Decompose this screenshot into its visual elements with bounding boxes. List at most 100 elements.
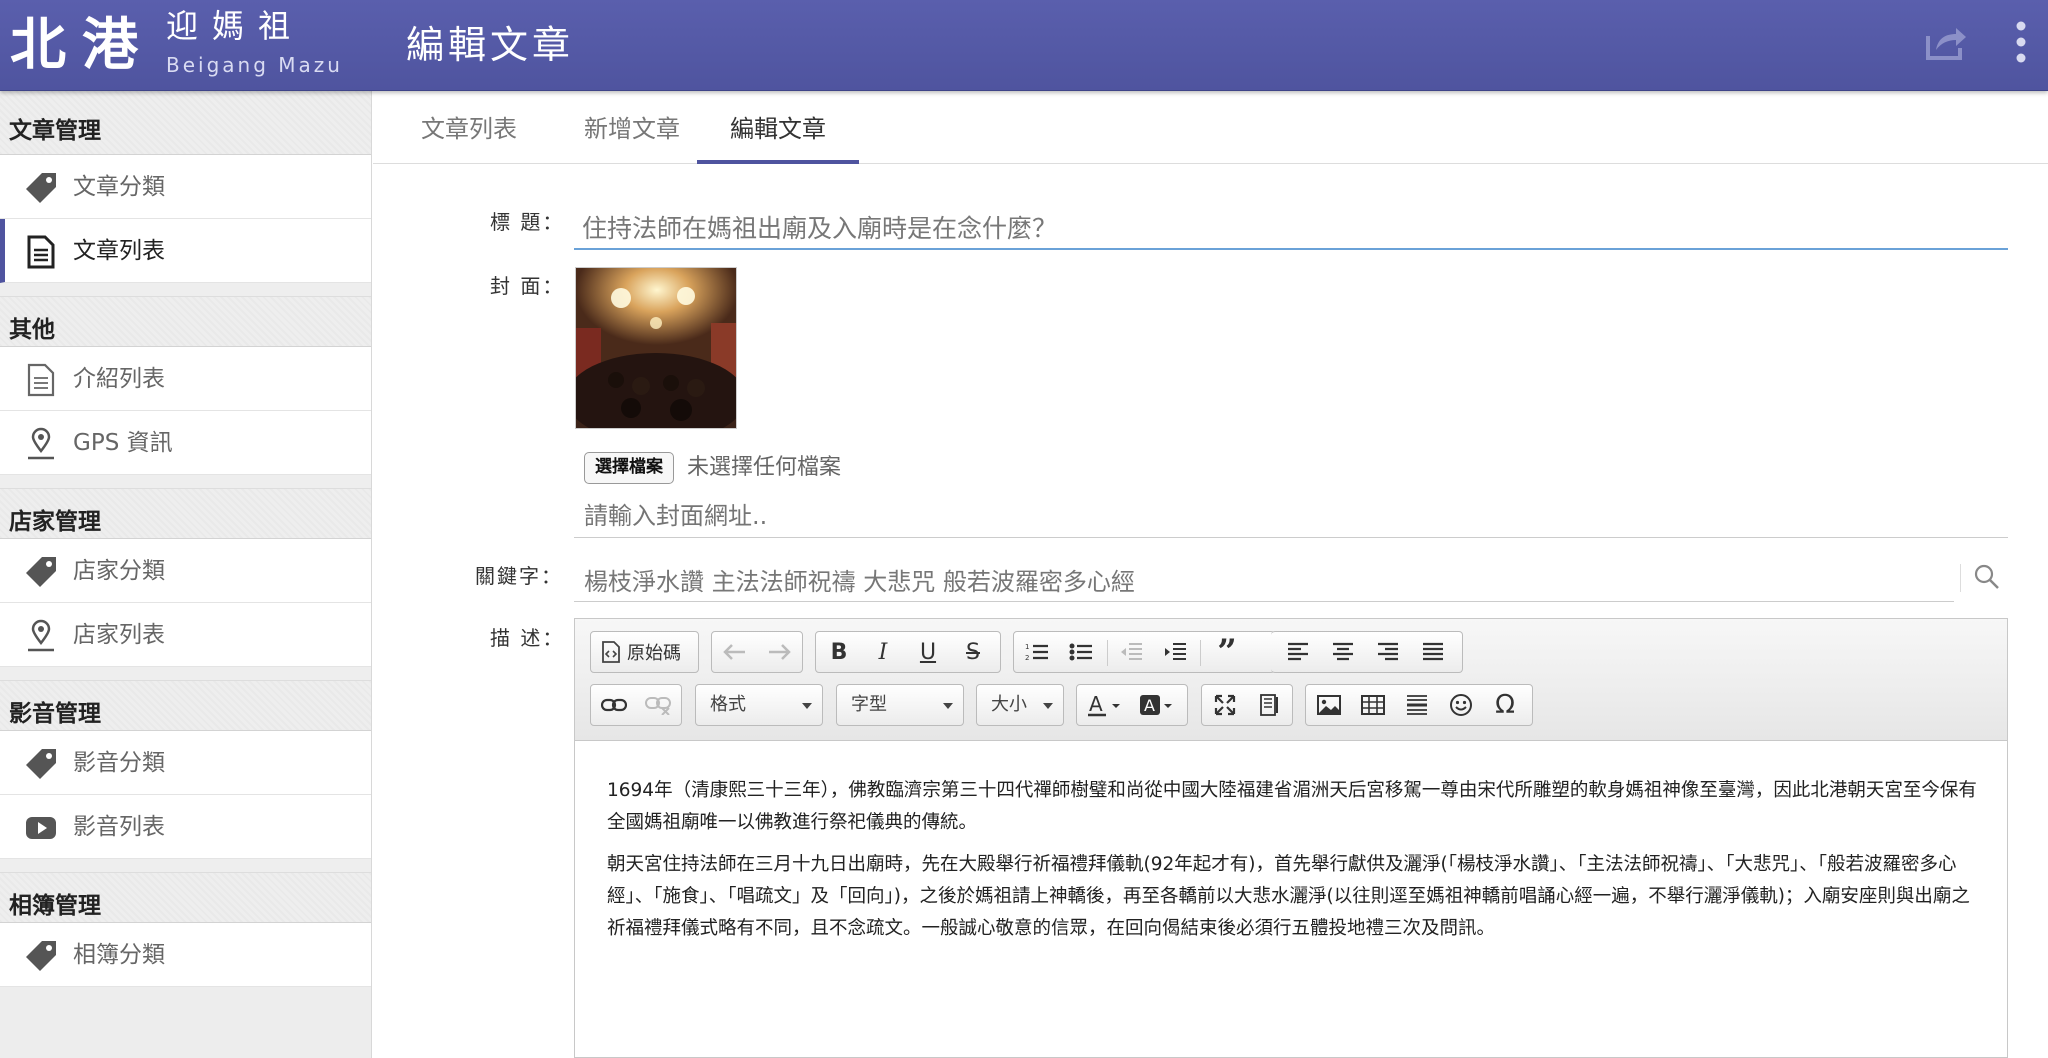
sidebar-item-article-list[interactable]: 文章列表 xyxy=(0,219,371,283)
source-code-icon xyxy=(602,641,620,663)
editor-toolbar: 原始碼 B I U S 12 ” 格式 字型 大小 A A Ω xyxy=(575,619,2007,741)
editor-content[interactable]: 1694年（清康熙三十三年），佛教臨濟宗第三十四代禪師樹璧和尚從中國大陸福建省湄… xyxy=(607,775,1987,955)
sidebar-section-album: 相簿管理 xyxy=(0,873,371,923)
title-input[interactable] xyxy=(574,206,2008,250)
font-select[interactable]: 字型 xyxy=(836,684,964,726)
sidebar-item-label: 影音列表 xyxy=(73,814,165,840)
svg-text:A: A xyxy=(1144,696,1155,715)
cover-url-input[interactable] xyxy=(574,494,2008,538)
unlink-icon[interactable] xyxy=(641,689,675,721)
logo-english: Beigang Mazu xyxy=(166,53,343,77)
source-button[interactable]: 原始碼 xyxy=(595,636,687,668)
sidebar-item-gps[interactable]: GPS 資訊 xyxy=(0,411,371,475)
special-char-icon[interactable]: Ω xyxy=(1488,689,1522,721)
sidebar-item-store-category[interactable]: 店家分類 xyxy=(0,539,371,603)
sidebar-item-store-list[interactable]: 店家列表 xyxy=(0,603,371,667)
section-divider xyxy=(0,667,371,681)
maximize-icon[interactable] xyxy=(1208,689,1242,721)
source-group: 原始碼 xyxy=(590,631,699,673)
emoji-icon[interactable] xyxy=(1444,689,1478,721)
font-select-label: 字型 xyxy=(851,694,887,715)
format-group: B I U S xyxy=(815,631,1001,673)
italic-icon[interactable]: I xyxy=(866,636,900,668)
sidebar-item-album-category[interactable]: 相簿分類 xyxy=(0,923,371,987)
sidebar-item-label: 介紹列表 xyxy=(73,366,165,392)
indent-icon[interactable] xyxy=(1158,636,1192,668)
sidebar-item-label: 文章分類 xyxy=(73,174,165,200)
bullet-list-icon[interactable] xyxy=(1064,636,1098,668)
sidebar-item-label: 文章列表 xyxy=(73,238,165,264)
chevron-down-icon xyxy=(1043,703,1053,709)
tag-icon xyxy=(26,749,56,779)
share-icon[interactable] xyxy=(1924,22,1968,62)
blockquote-icon[interactable]: ” xyxy=(1210,632,1244,672)
link-icon[interactable] xyxy=(597,689,631,721)
document-icon xyxy=(27,235,55,269)
section-divider xyxy=(0,475,371,489)
logo-sub: 迎媽祖 xyxy=(166,7,305,45)
app-header: 北港 迎媽祖 Beigang Mazu 編輯文章 xyxy=(0,0,2048,91)
background-color-icon[interactable]: A xyxy=(1135,689,1179,721)
sidebar-item-article-category[interactable]: 文章分類 xyxy=(0,155,371,219)
align-group xyxy=(1271,631,1463,673)
horizontal-rule-icon[interactable] xyxy=(1400,689,1434,721)
sidebar-section-article: 文章管理 xyxy=(0,91,371,155)
link-group xyxy=(590,684,682,726)
tab-edit-article[interactable]: 編輯文章 xyxy=(697,91,859,164)
map-pin-icon xyxy=(28,427,54,460)
sidebar-item-label: 店家分類 xyxy=(73,558,165,584)
view-group xyxy=(1201,684,1293,726)
source-label: 原始碼 xyxy=(627,643,681,664)
svg-text:A: A xyxy=(1089,693,1103,716)
table-icon[interactable] xyxy=(1356,689,1390,721)
show-blocks-icon[interactable] xyxy=(1252,689,1286,721)
more-vertical-icon[interactable] xyxy=(2008,20,2034,64)
sidebar: 文章管理 文章分類 文章列表 其他 介紹列表 GPS 資訊 店家管理 店家分類 … xyxy=(0,91,372,1058)
sidebar-section-store: 店家管理 xyxy=(0,489,371,539)
document-outline-icon xyxy=(27,363,55,397)
keywords-input[interactable] xyxy=(574,558,1954,602)
size-select[interactable]: 大小 xyxy=(976,684,1064,726)
sidebar-item-media-list[interactable]: 影音列表 xyxy=(0,795,371,859)
tag-icon xyxy=(26,173,56,203)
insert-group: Ω xyxy=(1305,684,1533,726)
toolbar-separator xyxy=(1200,640,1201,666)
paragraph-group: 12 ” xyxy=(1013,631,1275,673)
title-label: 標 題： xyxy=(490,210,565,234)
align-right-icon[interactable] xyxy=(1371,636,1405,668)
description-label: 描 述： xyxy=(490,626,565,650)
underline-icon[interactable]: U xyxy=(911,636,945,668)
sidebar-item-intro-list[interactable]: 介紹列表 xyxy=(0,347,371,411)
sidebar-item-label: 影音分類 xyxy=(73,750,165,776)
sidebar-section-other: 其他 xyxy=(0,297,371,347)
cover-label: 封 面： xyxy=(490,274,565,298)
content-paragraph: 朝天宮住持法師在三月十九日出廟時，先在大殿舉行祈福禮拜儀軌(92年起才有)，首先… xyxy=(607,854,1970,939)
text-color-icon[interactable]: A xyxy=(1083,689,1127,721)
svg-text:2: 2 xyxy=(1025,654,1029,662)
keywords-label: 關鍵字： xyxy=(475,564,563,588)
tag-icon xyxy=(26,557,56,587)
tab-article-list[interactable]: 文章列表 xyxy=(399,91,539,164)
tab-new-article[interactable]: 新增文章 xyxy=(562,91,702,164)
format-select-label: 格式 xyxy=(710,694,746,715)
strikethrough-icon[interactable]: S xyxy=(956,636,990,668)
redo-icon[interactable] xyxy=(762,636,796,668)
toolbar-separator xyxy=(1107,640,1108,666)
choose-file-button[interactable]: 選擇檔案 xyxy=(584,452,674,484)
align-center-icon[interactable] xyxy=(1326,636,1360,668)
align-justify-icon[interactable] xyxy=(1416,636,1450,668)
size-select-label: 大小 xyxy=(991,694,1027,715)
history-group xyxy=(711,631,803,673)
bold-icon[interactable]: B xyxy=(822,636,856,668)
tag-icon xyxy=(26,941,56,971)
rich-text-editor: 原始碼 B I U S 12 ” 格式 字型 大小 A A Ω 1694年（清康… xyxy=(574,618,2008,1058)
format-select[interactable]: 格式 xyxy=(695,684,823,726)
outdent-icon[interactable] xyxy=(1114,636,1148,668)
align-left-icon[interactable] xyxy=(1281,636,1315,668)
undo-icon[interactable] xyxy=(718,636,752,668)
ordered-list-icon[interactable]: 12 xyxy=(1020,636,1054,668)
sidebar-item-media-category[interactable]: 影音分類 xyxy=(0,731,371,795)
keywords-separator xyxy=(1960,564,1961,592)
search-icon[interactable] xyxy=(1972,562,2002,592)
image-icon[interactable] xyxy=(1312,689,1346,721)
